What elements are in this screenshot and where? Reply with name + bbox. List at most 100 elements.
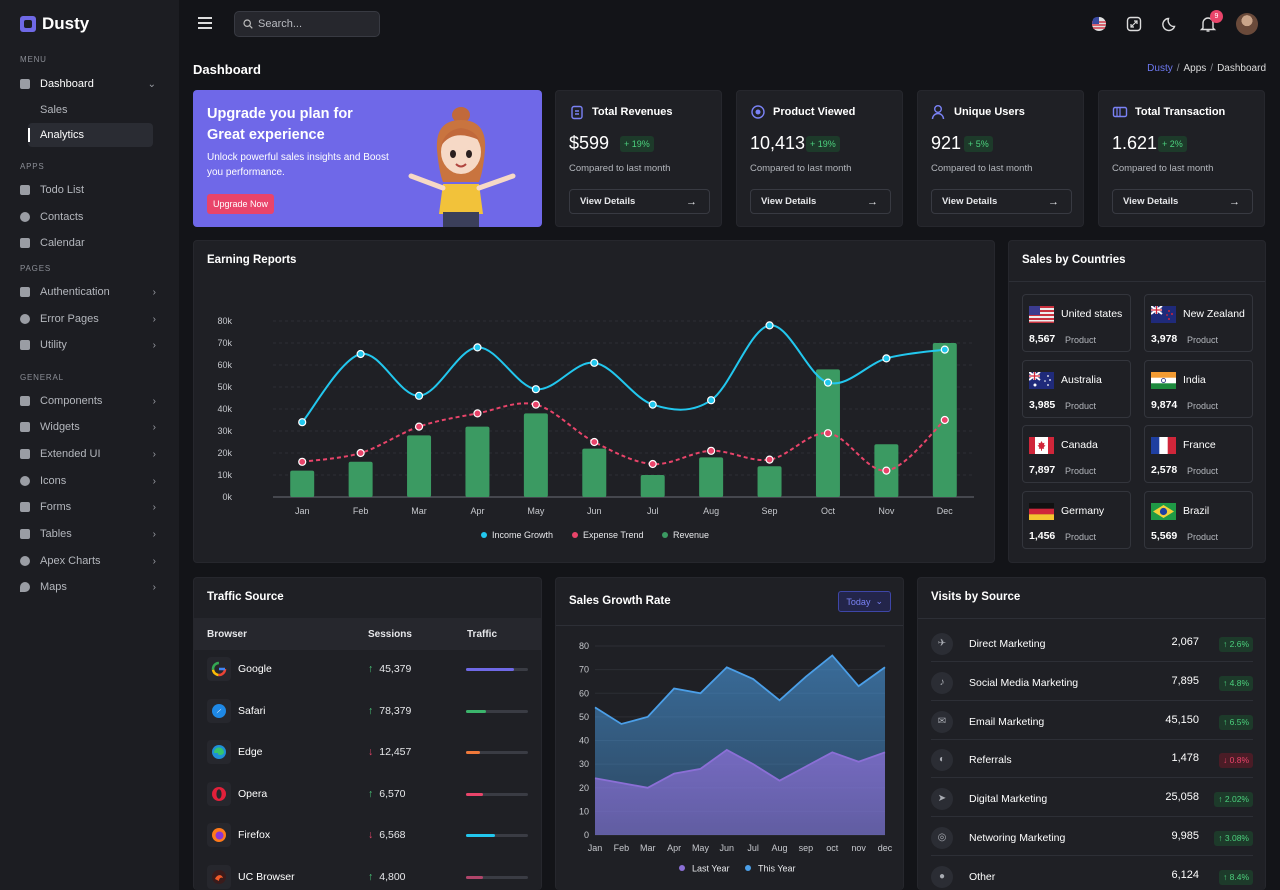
table-row[interactable]: Firefox ↓ 6,568 [194, 816, 541, 857]
data-point[interactable] [882, 354, 891, 363]
upgrade-now-button[interactable]: Upgrade Now [207, 194, 275, 214]
sidebar-item-icons[interactable]: Icons › [20, 471, 160, 491]
menu-icon[interactable] [198, 17, 212, 29]
revenue-bar[interactable] [407, 435, 432, 497]
fullscreen-icon[interactable] [1125, 15, 1143, 33]
list-item[interactable]: ♪ Social Media Marketing 7,895 ↑ 4.8% [931, 663, 1253, 701]
country-value: 8,567 [1029, 333, 1056, 345]
data-point[interactable] [707, 396, 716, 405]
data-point[interactable] [356, 349, 365, 359]
table-row[interactable]: Google ↑ 45,379 [194, 650, 541, 691]
data-point[interactable] [473, 343, 482, 352]
table-row[interactable]: UC Browser ↑ 4,800 [194, 858, 541, 890]
data-point[interactable] [356, 448, 365, 458]
view-details-button[interactable]: View Details → [750, 189, 891, 214]
revenue-bar[interactable] [699, 457, 724, 497]
data-point[interactable] [590, 437, 599, 447]
sidebar-item-dashboard[interactable]: Dashboard ⌄ [20, 74, 160, 94]
legend-label[interactable]: Last Year [692, 864, 730, 874]
data-point[interactable] [298, 457, 307, 466]
column-header-traffic[interactable]: Traffic [467, 629, 497, 640]
search-input[interactable] [258, 18, 368, 30]
list-item[interactable]: ✈ Direct Marketing 2,067 ↑ 2.6% [931, 624, 1253, 662]
revenue-bar[interactable] [465, 426, 490, 497]
breadcrumb-link-apps[interactable]: Apps [1184, 63, 1207, 74]
list-item[interactable]: ✉ Email Marketing 45,150 ↑ 6.5% [931, 702, 1253, 740]
data-point[interactable] [882, 466, 891, 475]
sidebar-item-extended-ui[interactable]: Extended UI › [20, 444, 160, 464]
button-label: View Details [942, 196, 998, 207]
sidebar-item-forms[interactable]: Forms › [20, 497, 160, 517]
country-card[interactable]: India 9,874 Product [1144, 359, 1253, 418]
revenue-bar[interactable] [757, 466, 782, 497]
sidebar-subitem-analytics[interactable]: Analytics [28, 123, 153, 147]
data-point[interactable] [823, 429, 833, 438]
legend-label[interactable]: Income Growth [492, 530, 553, 540]
revenue-bar[interactable] [348, 461, 373, 497]
view-details-button[interactable]: View Details → [1112, 189, 1253, 214]
revenue-bar[interactable] [640, 475, 665, 497]
country-card[interactable]: Germany 1,456 Product [1022, 490, 1131, 549]
data-point[interactable] [298, 418, 307, 427]
sidebar-item-error-pages[interactable]: Error Pages › [20, 309, 160, 329]
sidebar-item-widgets[interactable]: Widgets › [20, 417, 160, 437]
country-card[interactable]: New Zealand 3,978 Product [1144, 294, 1253, 352]
data-point[interactable] [414, 422, 424, 431]
revenue-bar[interactable] [582, 448, 607, 497]
revenue-bar[interactable] [290, 470, 315, 497]
column-header-browser[interactable]: Browser [207, 629, 247, 640]
column-header-sessions[interactable]: Sessions [368, 629, 412, 640]
country-card[interactable]: United states 8,567 Product [1022, 294, 1131, 352]
country-card[interactable]: Brazil 5,569 Product [1144, 490, 1253, 549]
sidebar-item-apex-charts[interactable]: Apex Charts › [20, 551, 160, 571]
breadcrumb-link-dusty[interactable]: Dusty [1147, 63, 1173, 74]
sidebar-item-utility[interactable]: Utility › [20, 335, 160, 355]
data-point[interactable] [765, 455, 774, 464]
data-point[interactable] [940, 415, 949, 425]
sidebar-item-authentication[interactable]: Authentication › [20, 282, 160, 302]
sidebar-item-components[interactable]: Components › [20, 391, 160, 411]
country-card[interactable]: Canada 7,897 Product [1022, 425, 1131, 483]
data-point[interactable] [648, 459, 657, 469]
data-point[interactable] [414, 391, 424, 400]
sidebar-item-todo[interactable]: Todo List [20, 180, 160, 200]
moon-icon[interactable] [1162, 15, 1180, 33]
us-flag-icon[interactable] [1090, 15, 1108, 33]
data-point[interactable] [531, 400, 540, 409]
data-point[interactable] [531, 385, 540, 394]
country-card[interactable]: Australia 3,985 Product [1022, 359, 1131, 418]
search-box[interactable] [234, 11, 380, 37]
view-details-button[interactable]: View Details → [931, 189, 1072, 214]
legend-label[interactable]: Revenue [673, 530, 709, 540]
data-point[interactable] [765, 321, 774, 330]
list-item[interactable]: ◎ Networing Marketing 9,985 ↑ 3.08% [931, 818, 1253, 856]
sidebar-item-label: Forms [40, 501, 72, 513]
arrow-right-icon: → [1048, 195, 1059, 208]
table-row[interactable]: Edge ↓ 12,457 [194, 733, 541, 774]
avatar[interactable] [1236, 13, 1258, 35]
x-tick-label: oct [826, 843, 839, 853]
view-details-button[interactable]: View Details → [569, 189, 710, 214]
legend-label[interactable]: Expense Trend [583, 530, 644, 540]
data-point[interactable] [707, 446, 716, 455]
table-row[interactable]: Safari ↑ 78,379 [194, 692, 541, 733]
country-card[interactable]: France 2,578 Product [1144, 425, 1253, 483]
sidebar-item-maps[interactable]: Maps › [20, 577, 160, 597]
data-point[interactable] [648, 400, 657, 409]
revenue-bar[interactable] [523, 413, 548, 497]
list-item[interactable]: ● Other 6,124 ↑ 8.4% [931, 857, 1253, 890]
data-point[interactable] [823, 378, 833, 387]
sidebar-item-calendar[interactable]: Calendar [20, 233, 160, 253]
sidebar-item-contacts[interactable]: Contacts [20, 207, 160, 227]
legend-label[interactable]: This Year [758, 864, 796, 874]
data-point[interactable] [940, 345, 949, 354]
data-point[interactable] [473, 409, 482, 418]
app-logo[interactable]: Dusty [20, 14, 89, 34]
table-row[interactable]: Opera ↑ 6,570 [194, 775, 541, 816]
data-point[interactable] [590, 358, 599, 367]
sidebar-item-tables[interactable]: Tables › [20, 524, 160, 544]
arrow-down-icon: ↓ [1223, 755, 1230, 766]
list-item[interactable]: ◐ Referrals 1,478 ↓ 0.8% [931, 740, 1253, 779]
list-item[interactable]: ➤ Digital Marketing 25,058 ↑ 2.02% [931, 779, 1253, 818]
sidebar-subitem-sales[interactable]: Sales [28, 98, 153, 122]
